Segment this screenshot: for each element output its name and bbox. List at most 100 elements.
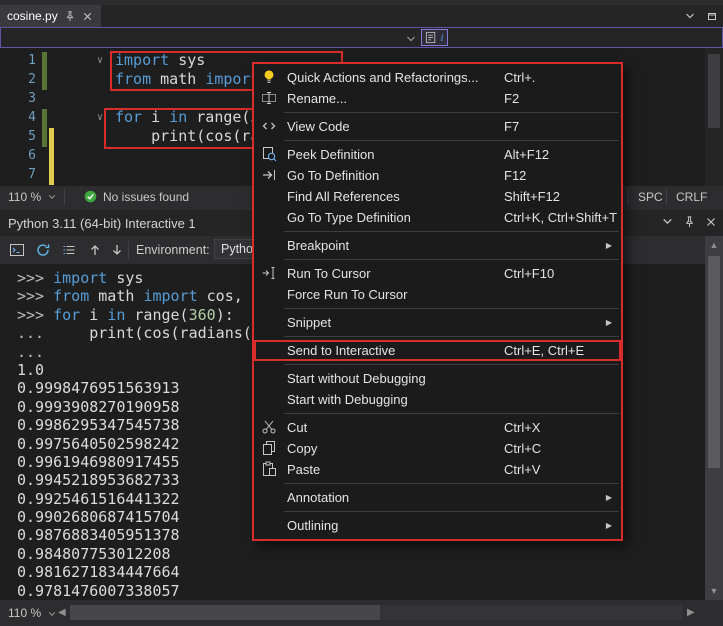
- token: ):: [216, 306, 234, 324]
- repl-line: 0.984807753012208: [17, 545, 705, 563]
- menu-item-run-to-cursor[interactable]: Run To Cursor Ctrl+F10: [254, 263, 621, 284]
- whitespace-indicator[interactable]: SPC: [638, 190, 663, 204]
- menu-separator: [284, 112, 619, 113]
- token: import: [143, 287, 197, 305]
- menu-icon-placeholder: [261, 209, 277, 225]
- menu-item-send-to-interactive[interactable]: Send to InteractiveCtrl+E, Ctrl+E: [254, 340, 621, 361]
- interactive-window-icon[interactable]: [8, 241, 26, 259]
- fold-chevron-icon[interactable]: ∨: [97, 51, 103, 70]
- menu-item-shortcut: Ctrl+C: [504, 438, 541, 459]
- chevron-down-icon[interactable]: [47, 191, 57, 205]
- menu-item-force-run-to-cursor[interactable]: Force Run To Cursor: [254, 284, 621, 305]
- menu-item-copy[interactable]: Copy Ctrl+C: [254, 438, 621, 459]
- view-code-icon: [261, 118, 277, 134]
- scrollbar-thumb[interactable]: [708, 256, 720, 468]
- menu-item-label: Peek Definition: [287, 147, 374, 162]
- menu-item-quick-actions-and-refactorings[interactable]: Quick Actions and Refactorings...Ctrl+.: [254, 67, 621, 88]
- arrow-down-icon[interactable]: [108, 241, 126, 259]
- editor-scrollbar[interactable]: [705, 48, 723, 186]
- menu-item-go-to-definition[interactable]: Go To DefinitionF12: [254, 165, 621, 186]
- menu-item-cut[interactable]: CutCtrl+X: [254, 417, 621, 438]
- menu-item-label: Go To Type Definition: [287, 210, 411, 225]
- menu-item-label: Snippet: [287, 315, 331, 330]
- menu-item-peek-definition[interactable]: Peek Definition Alt+F12: [254, 144, 621, 165]
- menu-separator: [284, 483, 619, 484]
- history-icon[interactable]: [60, 241, 78, 259]
- chevron-down-icon[interactable]: [47, 608, 57, 622]
- interactive-title: Python 3.11 (64-bit) Interactive 1: [8, 216, 196, 231]
- menu-item-go-to-type-definition[interactable]: Go To Type DefinitionCtrl+K, Ctrl+Shift+…: [254, 207, 621, 228]
- divider: [64, 189, 65, 205]
- scroll-up-icon[interactable]: ▲: [705, 238, 723, 252]
- divider: [128, 241, 129, 259]
- pin-icon[interactable]: [683, 215, 696, 233]
- menu-item-label: Run To Cursor: [287, 266, 371, 281]
- tabstrip-controls: [684, 9, 718, 27]
- menu-icon-placeholder: [261, 370, 277, 386]
- menu-item-shortcut: Ctrl+F10: [504, 263, 554, 284]
- issues-status[interactable]: No issues found: [103, 190, 189, 204]
- menu-item-label: Copy: [287, 441, 317, 456]
- token: from: [53, 287, 89, 305]
- scope-dropdown[interactable]: i: [421, 29, 448, 46]
- chevron-down-icon[interactable]: [661, 215, 674, 233]
- submenu-arrow-icon: ▶: [606, 515, 612, 536]
- interactive-scrollbar[interactable]: ▲ ▼: [705, 236, 723, 600]
- menu-item-label: Quick Actions and Refactorings...: [287, 70, 478, 85]
- token: range(: [125, 306, 188, 324]
- close-icon[interactable]: [705, 215, 717, 233]
- close-icon[interactable]: [82, 10, 94, 22]
- menu-item-rename[interactable]: Rename...F2: [254, 88, 621, 109]
- lightbulb-icon: [261, 69, 277, 85]
- menu-item-breakpoint[interactable]: Breakpoint▶: [254, 235, 621, 256]
- menu-icon-placeholder: [261, 489, 277, 505]
- scroll-right-icon[interactable]: ▶: [687, 607, 695, 618]
- menu-item-label: Start without Debugging: [287, 371, 426, 386]
- menu-item-view-code[interactable]: View CodeF7: [254, 116, 621, 137]
- interactive-titlebar-controls: [661, 215, 717, 233]
- menu-separator: [284, 308, 619, 309]
- horizontal-scrollbar[interactable]: [70, 605, 682, 620]
- menu-item-label: Annotation: [287, 490, 349, 505]
- run-to-cursor-icon: [261, 265, 277, 281]
- menu-item-start-without-debugging[interactable]: Start without Debugging: [254, 368, 621, 389]
- float-window-icon[interactable]: [706, 9, 718, 27]
- line-ending-indicator[interactable]: CRLF: [676, 190, 707, 204]
- paste-icon: [261, 461, 277, 477]
- menu-item-label: Rename...: [287, 91, 347, 106]
- menu-item-snippet[interactable]: Snippet▶: [254, 312, 621, 333]
- line-number: 7: [0, 165, 36, 184]
- zoom-level[interactable]: 110 %: [8, 190, 41, 204]
- menu-item-annotation[interactable]: Annotation ▶: [254, 487, 621, 508]
- cut-icon: [261, 419, 277, 435]
- menu-item-shortcut: Shift+F12: [504, 186, 560, 207]
- scroll-down-icon[interactable]: ▼: [705, 584, 723, 598]
- tab-cosine-py[interactable]: cosine.py: [0, 5, 101, 27]
- divider: [666, 189, 667, 205]
- copy-icon: [261, 440, 277, 456]
- submenu-arrow-icon: ▶: [606, 487, 612, 508]
- chevron-down-icon[interactable]: [684, 9, 696, 27]
- menu-item-shortcut: F12: [504, 165, 526, 186]
- reset-icon[interactable]: [34, 241, 52, 259]
- arrow-up-icon[interactable]: [86, 241, 104, 259]
- menu-item-find-all-references[interactable]: Find All ReferencesShift+F12: [254, 186, 621, 207]
- pin-icon[interactable]: [64, 10, 76, 22]
- menu-item-outlining[interactable]: Outlining ▶: [254, 515, 621, 536]
- menu-icon-placeholder: [261, 517, 277, 533]
- token: 0.9998476951563913: [17, 379, 180, 397]
- scrollbar-thumb[interactable]: [708, 54, 720, 128]
- scrollbar-thumb[interactable]: [70, 605, 380, 620]
- fold-chevron-icon[interactable]: ∨: [97, 108, 103, 127]
- menu-item-label: View Code: [287, 119, 350, 134]
- token: math: [89, 287, 143, 305]
- menu-item-shortcut: Alt+F12: [504, 144, 549, 165]
- zoom-level[interactable]: 110 %: [8, 606, 41, 620]
- menu-item-label: Outlining: [287, 518, 338, 533]
- menu-item-label: Paste: [287, 462, 320, 477]
- menu-item-shortcut: Ctrl+X: [504, 417, 540, 438]
- menu-item-paste[interactable]: PasteCtrl+V: [254, 459, 621, 480]
- menu-item-start-with-debugging[interactable]: Start with Debugging: [254, 389, 621, 410]
- scroll-left-icon[interactable]: ◀: [58, 607, 66, 618]
- line-number: 2: [0, 70, 36, 89]
